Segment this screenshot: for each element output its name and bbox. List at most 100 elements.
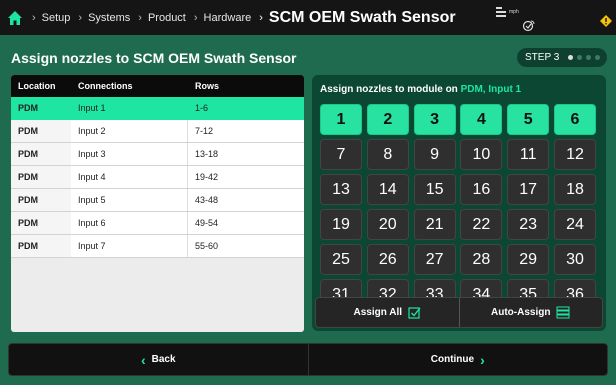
action-bar: Assign All Auto-Assign bbox=[315, 297, 603, 328]
step-dot bbox=[586, 55, 592, 60]
breadcrumb-setup[interactable]: Setup bbox=[42, 12, 71, 24]
chevron-right-icon: › bbox=[193, 11, 198, 24]
breadcrumb-product[interactable]: Product bbox=[148, 12, 186, 24]
breadcrumb-hardware[interactable]: Hardware bbox=[204, 12, 252, 24]
nozzle-button[interactable]: 19 bbox=[320, 209, 362, 240]
nozzle-button[interactable]: 30 bbox=[553, 244, 596, 275]
location-cell: PDM bbox=[11, 235, 71, 257]
warning-icon[interactable] bbox=[599, 14, 613, 28]
nozzle-button[interactable]: 7 bbox=[320, 139, 362, 170]
nozzle-button[interactable]: 18 bbox=[553, 174, 596, 205]
assign-all-label: Assign All bbox=[353, 307, 403, 318]
nozzle-button[interactable]: 20 bbox=[366, 209, 409, 240]
step-indicator: STEP 3 bbox=[517, 48, 607, 67]
nozzle-button[interactable]: 14 bbox=[366, 174, 409, 205]
column-header-location: Location bbox=[18, 81, 56, 91]
nozzle-button[interactable]: 21 bbox=[413, 209, 456, 240]
table-row[interactable]: PDM Input 6 49-54 bbox=[11, 212, 304, 235]
table-row[interactable]: PDM Input 5 43-48 bbox=[11, 189, 304, 212]
location-cell: PDM bbox=[11, 212, 71, 234]
nozzle-button[interactable]: 17 bbox=[507, 174, 550, 205]
nozzle-button[interactable]: 1 bbox=[320, 104, 362, 135]
nozzle-button[interactable]: 26 bbox=[366, 244, 409, 275]
gps-status-icon bbox=[522, 20, 535, 32]
rows-cell: 49-54 bbox=[188, 212, 304, 234]
chevron-left-icon: ‹ bbox=[140, 351, 146, 368]
step-dot bbox=[577, 55, 583, 60]
table-row[interactable]: PDM Input 4 19-42 bbox=[11, 166, 304, 189]
chevron-right-icon: › bbox=[480, 351, 485, 368]
nozzle-button[interactable]: 23 bbox=[507, 209, 550, 240]
location-cell: PDM bbox=[11, 166, 71, 188]
step-dot bbox=[595, 55, 601, 60]
assign-all-button[interactable]: Assign All bbox=[316, 298, 459, 327]
auto-assign-button[interactable]: Auto-Assign bbox=[458, 298, 603, 327]
navigation-bar: ‹ Back Continue › bbox=[8, 343, 608, 376]
top-bar: › Setup › Systems › Product › Hardware ›… bbox=[0, 0, 616, 35]
nozzle-button[interactable]: 11 bbox=[507, 139, 550, 170]
nozzle-button[interactable]: 28 bbox=[460, 244, 503, 275]
table-row[interactable]: PDM Input 1 1-6 bbox=[11, 97, 304, 120]
connection-cell: Input 1 bbox=[71, 97, 188, 119]
nozzle-button[interactable]: 25 bbox=[320, 244, 362, 275]
step-dot bbox=[568, 55, 574, 60]
location-cell: PDM bbox=[11, 143, 71, 165]
nozzle-assignment-panel: Assign nozzles to module on PDM, Input 1… bbox=[312, 75, 606, 331]
connection-cell: Input 7 bbox=[71, 235, 188, 257]
nozzle-button[interactable]: 15 bbox=[413, 174, 456, 205]
nozzle-button[interactable]: 10 bbox=[460, 139, 503, 170]
rows-cell: 13-18 bbox=[188, 143, 304, 165]
nozzle-button[interactable]: 16 bbox=[460, 174, 503, 205]
breadcrumb: › Setup › Systems › Product › Hardware ›… bbox=[24, 9, 456, 27]
chevron-right-icon: › bbox=[78, 11, 83, 24]
rows-cell: 7-12 bbox=[188, 120, 304, 142]
table-row[interactable]: PDM Input 7 55-60 bbox=[11, 235, 304, 258]
back-label: Back bbox=[151, 354, 176, 365]
speed-indicator: mph bbox=[496, 5, 526, 17]
rows-cell: 43-48 bbox=[188, 189, 304, 211]
location-cell: PDM bbox=[11, 120, 71, 142]
chevron-right-icon: › bbox=[32, 11, 36, 24]
chevron-right-icon: › bbox=[259, 11, 263, 24]
nozzle-button[interactable]: 29 bbox=[507, 244, 550, 275]
nozzle-button[interactable]: 13 bbox=[320, 174, 362, 205]
nozzle-button[interactable]: 3 bbox=[413, 104, 456, 135]
nozzle-button[interactable]: 2 bbox=[366, 104, 409, 135]
panel-title-prefix: Assign nozzles to module on bbox=[320, 84, 461, 95]
list-icon bbox=[556, 306, 570, 319]
continue-label: Continue bbox=[430, 354, 475, 365]
connection-cell: Input 5 bbox=[71, 189, 188, 211]
connection-cell: Input 3 bbox=[71, 143, 188, 165]
auto-assign-label: Auto-Assign bbox=[491, 307, 551, 318]
checkbox-check-icon bbox=[408, 307, 421, 319]
connection-cell: Input 2 bbox=[71, 120, 188, 142]
breadcrumb-systems[interactable]: Systems bbox=[88, 12, 130, 24]
nozzle-button[interactable]: 12 bbox=[553, 139, 596, 170]
rows-cell: 55-60 bbox=[188, 235, 304, 257]
column-header-connections: Connections bbox=[78, 81, 133, 91]
speed-unit: mph bbox=[509, 9, 519, 15]
nozzle-button[interactable]: 22 bbox=[460, 209, 503, 240]
nozzle-button[interactable]: 8 bbox=[366, 139, 409, 170]
table-header: Location Connections Rows bbox=[11, 75, 304, 97]
rows-cell: 19-42 bbox=[188, 166, 304, 188]
home-icon[interactable] bbox=[6, 9, 24, 27]
table-body: PDM Input 1 1-6 PDM Input 2 7-12 PDM Input 3 13-… bbox=[11, 97, 304, 258]
table-row[interactable]: PDM Input 3 13-18 bbox=[11, 143, 304, 166]
nozzle-button[interactable]: 5 bbox=[507, 104, 550, 135]
column-header-rows: Rows bbox=[195, 81, 220, 91]
nozzle-button[interactable]: 4 bbox=[460, 104, 503, 135]
continue-button[interactable]: Continue › bbox=[307, 344, 608, 375]
nozzle-button[interactable]: 27 bbox=[413, 244, 456, 275]
connection-cell: Input 4 bbox=[71, 166, 188, 188]
nozzle-button[interactable]: 6 bbox=[553, 104, 596, 135]
back-button[interactable]: ‹ Back bbox=[9, 344, 308, 375]
connection-cell: Input 6 bbox=[71, 212, 188, 234]
location-cell: PDM bbox=[11, 189, 71, 211]
nozzle-button[interactable]: 9 bbox=[413, 139, 456, 170]
step-label: STEP 3 bbox=[525, 52, 560, 63]
table-row[interactable]: PDM Input 2 7-12 bbox=[11, 120, 304, 143]
connections-table: Location Connections Rows PDM Input 1 1-6 P… bbox=[11, 75, 304, 332]
nozzle-button[interactable]: 24 bbox=[553, 209, 596, 240]
breadcrumb-current: SCM OEM Swath Sensor bbox=[268, 8, 456, 26]
